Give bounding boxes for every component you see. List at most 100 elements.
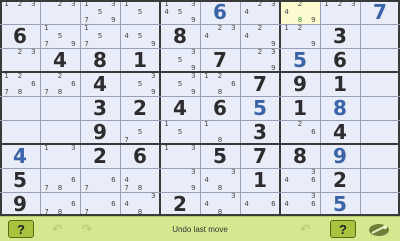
candidate-digit: 3 (71, 144, 76, 152)
help-button-right[interactable]: ? (330, 220, 356, 238)
sudoku-cell[interactable]: 7 (240, 72, 280, 96)
candidate-digit: 4 (124, 175, 129, 184)
cell-digit: 7 (373, 0, 387, 24)
sudoku-cell[interactable]: 2489 (280, 0, 320, 24)
sudoku-cell[interactable]: 483 (120, 192, 160, 216)
sudoku-cell[interactable]: 2 (320, 168, 360, 192)
sudoku-cell[interactable]: 539 (120, 72, 160, 96)
sudoku-cell[interactable]: 1 (240, 168, 280, 192)
sudoku-cell[interactable]: 8 (280, 144, 320, 168)
sudoku-cell[interactable]: 8 (80, 48, 120, 72)
candidate-digit: 4 (284, 199, 289, 208)
sudoku-cell[interactable]: 3 (80, 96, 120, 120)
sudoku-cell[interactable]: 3 (320, 24, 360, 48)
sudoku-cell[interactable]: 6 (120, 144, 160, 168)
sudoku-cell[interactable]: 359 (160, 72, 200, 96)
sudoku-cell[interactable]: 5 (200, 144, 240, 168)
sudoku-cell[interactable]: 1 (120, 48, 160, 72)
candidate-digit: 3 (191, 72, 196, 80)
sudoku-cell[interactable]: 6 (320, 48, 360, 72)
sudoku-cell[interactable]: 46 (240, 192, 280, 216)
sudoku-cell[interactable]: 39 (160, 168, 200, 192)
sudoku-cell[interactable]: 249 (240, 24, 280, 48)
candidate-digit: 5 (57, 31, 63, 40)
candidate-digit: 3 (31, 48, 36, 56)
sudoku-cell[interactable]: 5 (240, 96, 280, 120)
sudoku-cell[interactable]: 13 (40, 144, 80, 168)
sudoku-cell[interactable]: 23 (40, 0, 80, 24)
help-button-left[interactable]: ? (8, 220, 34, 238)
sudoku-cell[interactable]: 23 (0, 48, 40, 72)
redo-icon[interactable]: ↷ (82, 220, 92, 238)
cell-digit: 6 (13, 24, 27, 48)
sudoku-cell[interactable]: 1579 (40, 24, 80, 48)
sudoku-cell[interactable]: 2681 (200, 72, 240, 96)
sudoku-cell[interactable]: 15 (160, 120, 200, 144)
sudoku-cell[interactable]: 4 (80, 72, 120, 96)
sudoku-cell[interactable]: 7 (240, 144, 280, 168)
sudoku-cell[interactable]: 9 (320, 144, 360, 168)
sudoku-cell[interactable]: 4 (0, 144, 40, 168)
sudoku-cell[interactable]: 15 (120, 0, 160, 24)
sudoku-cell[interactable]: 13459 (160, 0, 200, 24)
sudoku-cell[interactable]: 26 (280, 120, 320, 144)
sudoku-cell[interactable]: 6 (0, 24, 40, 48)
sudoku-cell[interactable]: 1 (320, 72, 360, 96)
sudoku-cell[interactable]: 786 (40, 168, 80, 192)
sudoku-cell[interactable]: 76 (80, 168, 120, 192)
sudoku-cell[interactable]: 6 (200, 0, 240, 24)
sudoku-cell[interactable]: 9 (0, 192, 40, 216)
sudoku-cell[interactable]: 8 (160, 24, 200, 48)
sudoku-cell[interactable]: 2678 (40, 72, 80, 96)
candidate-digit: 3 (311, 192, 316, 200)
cell-digit: 1 (253, 168, 267, 192)
sudoku-cell[interactable]: 359 (160, 48, 200, 72)
sudoku-cell[interactable]: 2 (120, 96, 160, 120)
sudoku-cell[interactable]: 4 (160, 96, 200, 120)
sudoku-cell[interactable]: 7 (200, 48, 240, 72)
candidate-digit: 4 (124, 31, 129, 40)
candidate-digit: 6 (111, 175, 116, 184)
sudoku-cell[interactable]: 459 (120, 24, 160, 48)
sudoku-cell[interactable]: 13 (160, 144, 200, 168)
candidate-digit: 6 (231, 79, 236, 88)
grid-vline (239, 0, 241, 216)
grid-vline (119, 0, 121, 216)
sudoku-cell[interactable]: 4 (320, 120, 360, 144)
sudoku-cell[interactable]: 123 (320, 0, 360, 24)
sudoku-cell[interactable]: 234 (240, 0, 280, 24)
settings-icon[interactable] (364, 220, 394, 238)
sudoku-cell[interactable]: 9 (80, 120, 120, 144)
sudoku-cell[interactable]: 129 (280, 24, 320, 48)
sudoku-cell[interactable]: 5 (280, 48, 320, 72)
sudoku-cell[interactable]: 438 (200, 168, 240, 192)
sudoku-cell[interactable]: 13579 (80, 0, 120, 24)
sudoku-cell[interactable]: 24 3 (200, 24, 240, 48)
sudoku-cell[interactable]: 157 (80, 24, 120, 48)
sudoku-cell[interactable]: 4 (40, 48, 80, 72)
sudoku-cell[interactable]: 5 (0, 168, 40, 192)
undo-icon[interactable]: ↶ (52, 220, 62, 238)
sudoku-cell[interactable]: 438 (200, 192, 240, 216)
sudoku-cell[interactable]: 9 (280, 72, 320, 96)
sudoku-cell[interactable]: 18 (200, 120, 240, 144)
sudoku-cell[interactable]: 76 (80, 192, 120, 216)
sudoku-cell[interactable]: 239 (240, 48, 280, 72)
sudoku-cell[interactable]: 123 (0, 0, 40, 24)
sudoku-cell[interactable]: 1 (280, 96, 320, 120)
sudoku-cell[interactable]: 26817 (0, 72, 40, 96)
sudoku-cell[interactable]: 7 (360, 0, 400, 24)
sudoku-cell[interactable]: 57 (120, 120, 160, 144)
sudoku-cell[interactable]: 2 (80, 144, 120, 168)
sudoku-cell[interactable]: 3 (240, 120, 280, 144)
sudoku-cell[interactable]: 5 (320, 192, 360, 216)
sudoku-cell[interactable]: 4 36 (280, 168, 320, 192)
sudoku-cell[interactable]: 2 (160, 192, 200, 216)
sudoku-cell[interactable]: 6 (200, 96, 240, 120)
grid-hline (0, 71, 400, 73)
sudoku-cell[interactable]: 4 36 (280, 192, 320, 216)
undo-icon-right[interactable]: ↶ (300, 220, 310, 238)
sudoku-cell[interactable]: 8 (320, 96, 360, 120)
sudoku-cell[interactable]: 478 (120, 168, 160, 192)
sudoku-cell[interactable]: 786 (40, 192, 80, 216)
